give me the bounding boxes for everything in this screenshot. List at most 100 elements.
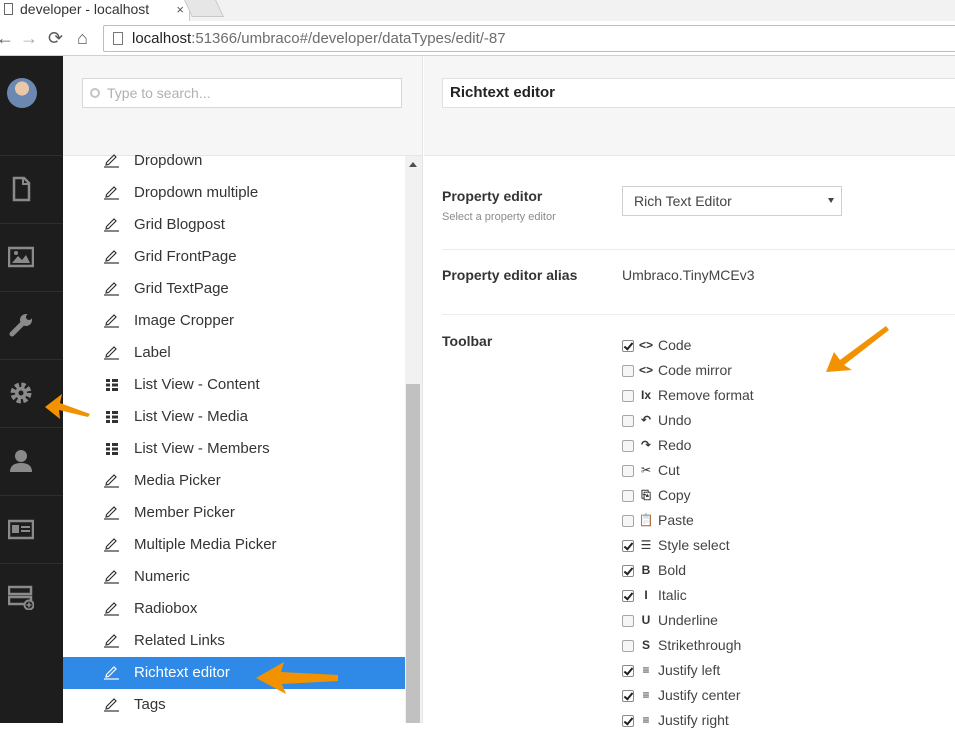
- tree-item[interactable]: Image Cropper: [63, 305, 405, 337]
- tree-item[interactable]: List View - Media: [63, 401, 405, 433]
- tree-item[interactable]: Grid Blogpost: [63, 209, 405, 241]
- search-input[interactable]: Type to search...: [82, 78, 402, 108]
- id-card-icon: [8, 519, 34, 540]
- tree-item-label: Related Links: [134, 632, 225, 649]
- toolbar-option[interactable]: <> Code mirror: [622, 361, 754, 386]
- tree-item[interactable]: Media Picker: [63, 465, 405, 497]
- toolbar-option-label: Style select: [658, 537, 730, 553]
- toolbar-option[interactable]: ☰ Style select: [622, 536, 754, 561]
- checkbox[interactable]: [622, 565, 634, 577]
- toolbar-option-icon: ☰: [640, 538, 652, 552]
- checkbox[interactable]: [622, 590, 634, 602]
- tree-item[interactable]: Grid FrontPage: [63, 241, 405, 273]
- url-host: localhost: [132, 30, 192, 47]
- tree-item-label: List View - Content: [134, 376, 260, 393]
- tree-scrollbar[interactable]: [405, 156, 422, 723]
- section-forms[interactable]: [0, 563, 63, 631]
- checkbox[interactable]: [622, 440, 634, 452]
- annotation-arrow: [45, 394, 90, 419]
- checkbox[interactable]: [622, 390, 634, 402]
- checkbox[interactable]: [622, 515, 634, 527]
- avatar[interactable]: [7, 78, 37, 108]
- new-tab-button[interactable]: [184, 0, 224, 17]
- tree-item[interactable]: Numeric: [63, 561, 405, 593]
- section-media[interactable]: [0, 223, 63, 291]
- data-type-tree: Dropdown Dropdown multiple Grid Blogpost…: [63, 145, 405, 723]
- section-members[interactable]: [0, 495, 63, 563]
- reload-icon[interactable]: ⟳: [48, 27, 63, 49]
- checkbox[interactable]: [622, 640, 634, 652]
- toolbar-option[interactable]: ↶ Undo: [622, 411, 754, 436]
- tree-item[interactable]: List View - Members: [63, 433, 405, 465]
- toolbar-option[interactable]: ≡ Justify center: [622, 686, 754, 711]
- search-icon: [90, 88, 100, 98]
- list-view-icon: [106, 411, 118, 423]
- forward-arrow-icon[interactable]: →: [20, 27, 38, 49]
- home-icon[interactable]: ⌂: [77, 27, 88, 49]
- section-settings[interactable]: [0, 291, 63, 359]
- address-bar[interactable]: localhost:51366/umbraco#/developer/dataT…: [103, 25, 955, 52]
- toolbar-option[interactable]: S Strikethrough: [622, 636, 754, 661]
- tree-item-label: List View - Media: [134, 408, 248, 425]
- checkbox[interactable]: [622, 340, 634, 352]
- toolbar-option-icon: S: [641, 638, 650, 652]
- tree-item-label: List View - Members: [134, 440, 270, 457]
- tree-item[interactable]: Related Links: [63, 625, 405, 657]
- data-type-name-input[interactable]: Richtext editor: [442, 78, 955, 108]
- tree-item[interactable]: Dropdown: [63, 145, 405, 177]
- tab-title: developer - localhost: [20, 1, 150, 17]
- tree-item[interactable]: Radiobox: [63, 593, 405, 625]
- list-view-icon: [106, 379, 118, 391]
- toolbar-option[interactable]: ✂ Cut: [622, 461, 754, 486]
- checkbox[interactable]: [622, 615, 634, 627]
- tree-item[interactable]: Tags: [63, 689, 405, 721]
- checkbox[interactable]: [622, 415, 634, 427]
- toolbar-option[interactable]: U Underline: [622, 611, 754, 636]
- toolbar-option[interactable]: 📋 Paste: [622, 511, 754, 536]
- toolbar-options: <> Code <> Code mirror Ix Remove format ↶ Undo ↷…: [622, 336, 754, 736]
- section-content[interactable]: [0, 155, 63, 223]
- browser-tab[interactable]: developer - localhost ×: [0, 0, 190, 21]
- tree-item-active[interactable]: Richtext editor: [63, 657, 405, 689]
- toolbar-option-label: Bold: [658, 562, 687, 578]
- checkbox[interactable]: [622, 490, 634, 502]
- back-arrow-icon[interactable]: ←: [0, 27, 14, 49]
- toolbar-option[interactable]: <> Code: [622, 336, 754, 361]
- tree-item[interactable]: Multiple Media Picker: [63, 529, 405, 561]
- toolbar-option[interactable]: I Italic: [622, 586, 754, 611]
- tree-item[interactable]: List View - Content: [63, 369, 405, 401]
- toolbar-option[interactable]: ≡ Justify left: [622, 661, 754, 686]
- pencil-icon: [104, 666, 119, 680]
- toolbar-option-label: Justify right: [658, 712, 729, 728]
- property-editor-select[interactable]: Rich Text Editor: [622, 186, 842, 216]
- tree-item[interactable]: Dropdown multiple: [63, 177, 405, 209]
- toolbar-option-icon: ↶: [640, 413, 652, 427]
- checkbox[interactable]: [622, 715, 634, 727]
- tree-item[interactable]: Member Picker: [63, 497, 405, 529]
- toolbar-option[interactable]: ↷ Redo: [622, 436, 754, 461]
- toolbar-option[interactable]: Ix Remove format: [622, 386, 754, 411]
- toolbar-option[interactable]: B Bold: [622, 561, 754, 586]
- close-tab-icon[interactable]: ×: [176, 0, 184, 19]
- tree-item-label: Grid Blogpost: [134, 216, 225, 233]
- toolbar-option-label: Code: [658, 337, 692, 353]
- checkbox[interactable]: [622, 365, 634, 377]
- tree-item[interactable]: Grid TextPage: [63, 273, 405, 305]
- divider: [442, 249, 955, 250]
- checkbox[interactable]: [622, 465, 634, 477]
- scroll-up-arrow-icon[interactable]: [409, 162, 417, 167]
- checkbox[interactable]: [622, 665, 634, 677]
- toolbar-option-icon: I: [644, 588, 648, 602]
- tree-item[interactable]: Label: [63, 337, 405, 369]
- scrollbar-thumb[interactable]: [406, 384, 420, 723]
- pencil-icon: [104, 314, 119, 328]
- toolbar-option[interactable]: ≡ Justify right: [622, 711, 754, 736]
- checkbox[interactable]: [622, 540, 634, 552]
- section-users[interactable]: [0, 427, 63, 495]
- pencil-icon: [104, 186, 119, 200]
- toolbar-option-label: Paste: [658, 512, 694, 528]
- toolbar-option-label: Justify center: [658, 687, 741, 703]
- checkbox[interactable]: [622, 690, 634, 702]
- toolbar-option[interactable]: ⎘ Copy: [622, 486, 754, 511]
- toolbar-option-icon: <>: [638, 338, 653, 352]
